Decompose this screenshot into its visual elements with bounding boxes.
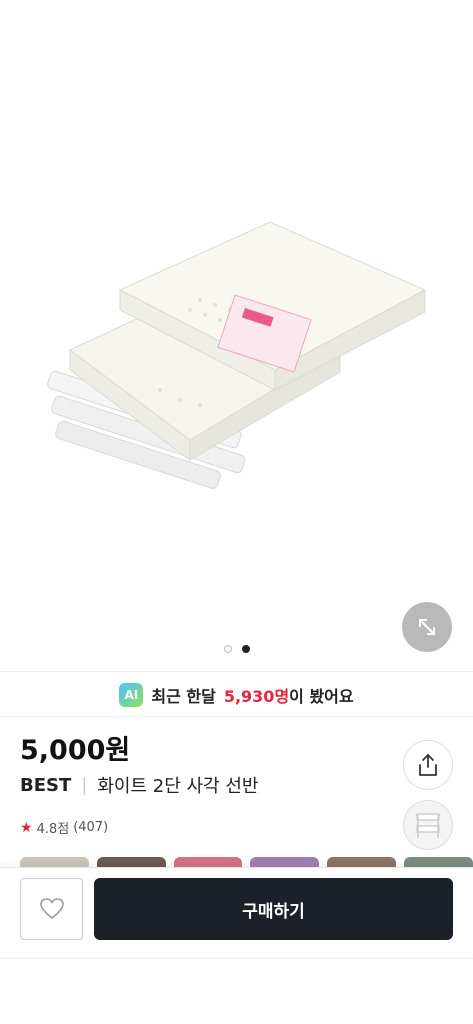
gallery-dot-active[interactable] xyxy=(241,645,250,653)
product-name: 화이트 2단 사각 선반 xyxy=(97,776,259,797)
ai-badge-icon: AI xyxy=(119,682,144,707)
product-image-gallery[interactable] xyxy=(0,0,473,672)
share-button[interactable] xyxy=(403,740,453,790)
bottom-action-bar: 구매하기 xyxy=(0,867,473,957)
share-icon xyxy=(419,754,437,776)
review-count: (407) xyxy=(73,820,109,835)
recent-views-banner: AI 최근 한달 5,930명이 봤어요 xyxy=(0,673,473,717)
rating-score: 4.8점 xyxy=(36,822,70,837)
expand-icon xyxy=(419,619,435,635)
gallery-pagination xyxy=(0,645,473,653)
rating-summary[interactable]: ★ 4.8점 (407) xyxy=(20,818,109,838)
recent-views-count: 5,930명 xyxy=(223,686,290,706)
product-image xyxy=(47,221,427,489)
gallery-dot[interactable] xyxy=(223,645,232,653)
best-tag: BEST xyxy=(20,774,72,796)
buy-button[interactable]: 구매하기 xyxy=(94,878,453,940)
heart-icon xyxy=(39,898,64,920)
product-title: BEST | 화이트 2단 사각 선반 xyxy=(20,772,258,798)
below-fold-area xyxy=(0,958,473,1024)
divider: | xyxy=(81,774,88,796)
recent-views-prefix: 최근 한달 xyxy=(151,686,216,706)
shelf-thumbnail-icon xyxy=(416,813,440,838)
recent-views-suffix: 이 봤어요 xyxy=(289,686,354,706)
product-price: 5,000원 xyxy=(20,735,131,766)
thumbnail-button[interactable] xyxy=(403,800,453,850)
wishlist-button[interactable] xyxy=(20,878,83,940)
star-icon: ★ xyxy=(20,819,33,836)
